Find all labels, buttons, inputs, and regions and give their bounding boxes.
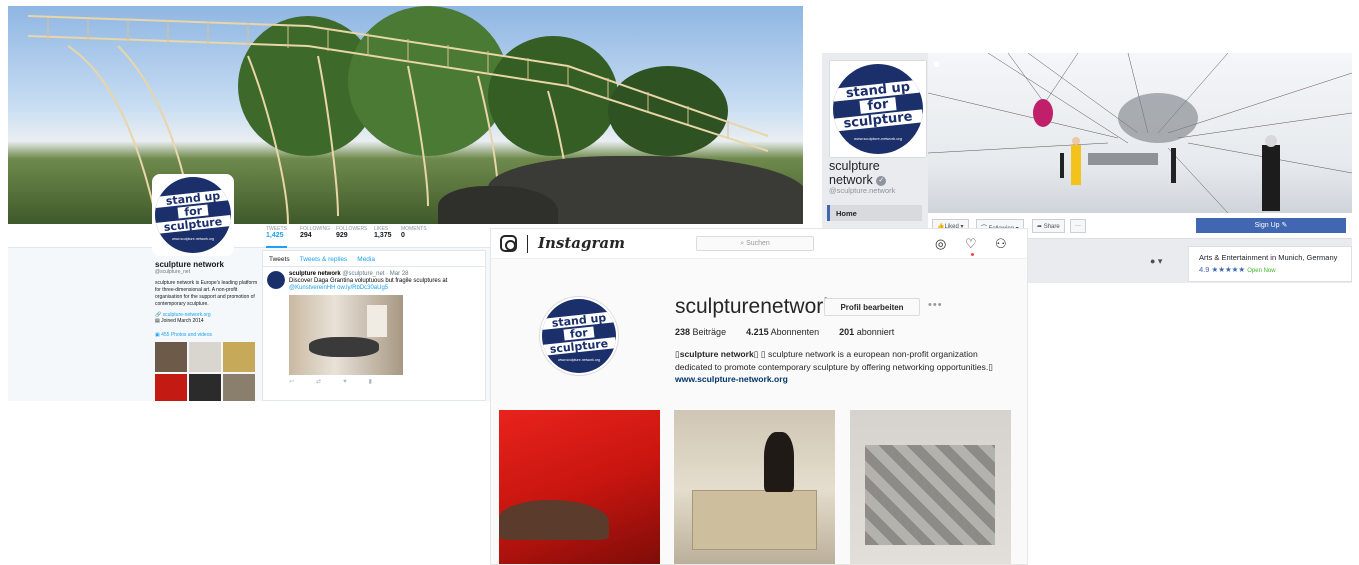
instagram-camera-icon[interactable]: [500, 235, 517, 252]
bio-name: sculpture network: [679, 349, 754, 359]
logo-line-3: sculpture: [833, 109, 923, 132]
stats-icon[interactable]: ▮: [369, 379, 372, 386]
instagram-bio: ▯sculpture network▯ ▯ sculpture network …: [675, 348, 1015, 386]
header-divider: [527, 235, 528, 253]
post-thumbnail[interactable]: [499, 410, 660, 564]
media-thumbnails: [155, 342, 260, 401]
twitter-timeline: Tweets Tweets & replies Media sculpture …: [262, 250, 486, 401]
post-thumbnail[interactable]: [850, 410, 1011, 564]
page-rating[interactable]: 4.9 ★★★★★: [1199, 265, 1245, 274]
open-status: Open Now: [1247, 268, 1276, 274]
instagram-stats: 238 Beiträge 4.215 Abonnenten 201 abonni…: [675, 327, 894, 337]
tweet-avatar[interactable]: [267, 271, 285, 289]
logo-line-3: sculpture: [542, 337, 616, 356]
profile-handle: @sculpture_net: [155, 269, 191, 275]
media-thumbnail[interactable]: [155, 374, 187, 401]
media-thumbnail[interactable]: [223, 374, 255, 401]
page-category: Arts & Entertainment in Munich, Germany: [1199, 253, 1338, 262]
tweet-image[interactable]: [289, 295, 403, 375]
share-button[interactable]: ➦ Share: [1032, 219, 1065, 233]
tweet-link[interactable]: @KunstvereinHH ow.ly/RbDc30aUg5: [289, 285, 388, 291]
facebook-nav-home[interactable]: Home: [827, 205, 922, 221]
like-icon[interactable]: ♥: [343, 379, 347, 386]
emoji-icon: ▯: [988, 361, 993, 372]
logo-url: www.sculpture-network.org: [557, 358, 600, 362]
search-input[interactable]: ⌕ Suchen: [696, 236, 814, 251]
reply-icon[interactable]: ↩: [289, 379, 294, 386]
profile-bio: sculpture network is Europe's leading pl…: [155, 280, 258, 307]
media-thumbnail[interactable]: [155, 342, 187, 372]
following-count[interactable]: 201 abonniert: [839, 327, 894, 337]
tweet-meta: @sculpture_net · Mar 28: [342, 271, 409, 277]
edit-profile-button[interactable]: Profil bearbeiten: [824, 298, 920, 316]
moments-stat[interactable]: MOMENTS 0: [401, 226, 427, 239]
globe-dropdown-icon[interactable]: ● ▾: [1150, 256, 1162, 267]
facebook-profile-picture[interactable]: stand up for sculpture www.sculpture-net…: [830, 61, 926, 157]
photos-videos-link[interactable]: ▣ 455 Photos and videos: [155, 332, 260, 338]
post-thumbnail[interactable]: [674, 410, 835, 564]
heart-icon[interactable]: ♡: [965, 236, 977, 252]
emoji-icon: ▯ ▯: [753, 349, 766, 359]
tweet-actions: ↩ ⇄ ♥ ▮: [289, 375, 481, 386]
facebook-cover-photo[interactable]: ◙: [928, 53, 1352, 213]
tweets-stat[interactable]: TWEETS 1,425: [266, 226, 287, 248]
profile-name: sculpture network: [155, 260, 224, 269]
facebook-info-box: Arts & Entertainment in Munich, Germany …: [1188, 246, 1352, 282]
twitter-avatar[interactable]: stand up for sculpture www.sculpture-net…: [152, 174, 234, 256]
signup-button[interactable]: Sign Up ✎: [1196, 218, 1346, 233]
posts-count: 238 Beiträge: [675, 327, 727, 337]
page-name-line-1: sculpture: [829, 159, 880, 173]
tab-media[interactable]: Media: [357, 256, 375, 266]
instagram-username: sculpturenetwork: [675, 295, 834, 318]
bio-link[interactable]: www.sculpture-network.org: [675, 374, 788, 384]
tab-tweets-replies[interactable]: Tweets & replies: [300, 256, 348, 266]
followers-count[interactable]: 4.215 Abonnenten: [746, 327, 819, 337]
notification-dot: [971, 253, 974, 256]
facebook-handle: @sculpture.network: [829, 186, 896, 195]
stand-up-for-sculpture-logo: stand up for sculpture www.sculpture-net…: [155, 177, 231, 253]
media-thumbnail[interactable]: [223, 342, 255, 372]
joined-text: Joined March 2014: [161, 318, 204, 324]
instagram-header: Instagram ⌕ Suchen ◎ ♡ ⚇: [491, 229, 1027, 259]
options-icon[interactable]: •••: [928, 299, 943, 311]
media-thumbnail[interactable]: [189, 342, 221, 372]
twitter-cover-photo: [8, 6, 803, 224]
installation-artwork: [928, 53, 1352, 213]
instagram-avatar[interactable]: stand up for sculpture www.sculpture-net…: [539, 296, 619, 376]
media-thumbnail[interactable]: [189, 374, 221, 401]
tweet-header: sculpture network @sculpture_net · Mar 2…: [289, 271, 481, 278]
tab-tweets[interactable]: Tweets: [269, 256, 290, 266]
stand-up-for-sculpture-logo: stand up for sculpture www.sculpture-net…: [833, 64, 923, 154]
logo-url: www.sculpture-network.org: [171, 237, 214, 241]
profile-joined: ▤ Joined March 2014: [155, 318, 260, 324]
more-button[interactable]: ···: [1070, 219, 1086, 233]
profile-icon[interactable]: ⚇: [995, 236, 1007, 252]
instagram-profile-screenshot: Instagram ⌕ Suchen ◎ ♡ ⚇ stand up for sc…: [490, 228, 1028, 565]
timeline-tabs: Tweets Tweets & replies Media: [263, 251, 485, 267]
media-link-text: 455 Photos and videos: [161, 332, 212, 338]
logo-url: www.sculpture-network.org: [853, 136, 903, 141]
compass-icon[interactable]: ◎: [935, 236, 946, 252]
tweet-text: Discover Daga Grantina voluptuous but fr…: [289, 278, 448, 284]
share-icon: ➦: [1037, 224, 1044, 230]
facebook-page-name: sculpture network ✓: [829, 159, 925, 187]
tweet-author[interactable]: sculpture network: [289, 271, 341, 277]
likes-stat[interactable]: LIKES 1,375: [374, 226, 392, 239]
logo-line-3: sculpture: [155, 215, 231, 234]
following-stat[interactable]: FOLLOWING 294: [300, 226, 330, 239]
instagram-wordmark[interactable]: Instagram: [538, 234, 625, 252]
page-name-line-2: network: [829, 173, 873, 187]
verified-badge-icon: ✓: [876, 175, 887, 186]
followers-stat[interactable]: FOLLOWERS 929: [336, 226, 367, 239]
retweet-icon[interactable]: ⇄: [316, 379, 321, 386]
stand-up-for-sculpture-logo: stand up for sculpture www.sculpture-net…: [542, 299, 616, 373]
pencil-icon: ✎: [1281, 222, 1288, 229]
tweet[interactable]: sculpture network @sculpture_net · Mar 2…: [263, 267, 485, 386]
twitter-profile-sidebar: sculpture network @sculpture_net sculptu…: [155, 260, 260, 401]
